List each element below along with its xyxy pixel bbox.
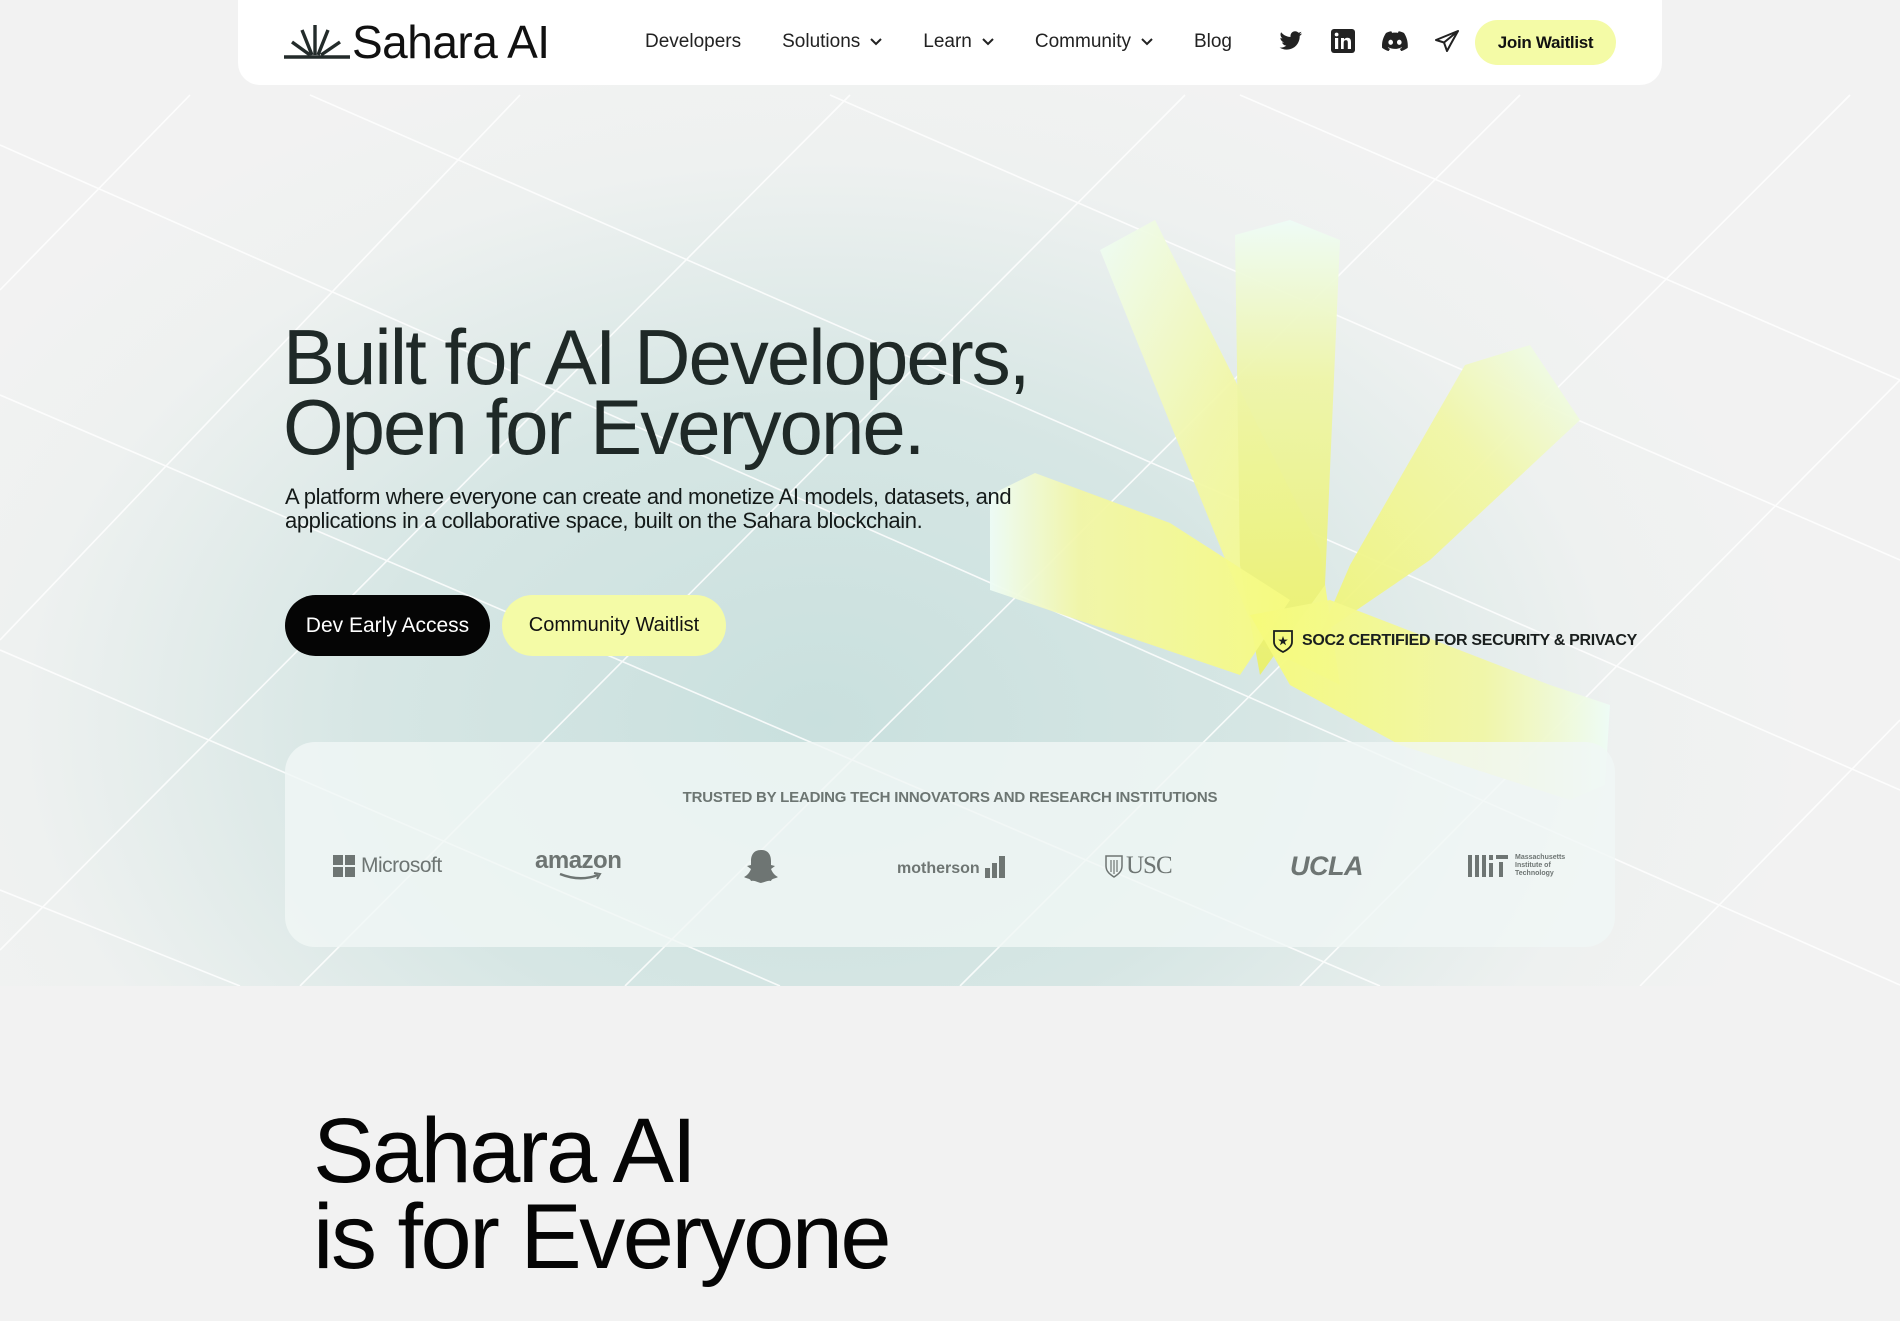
partner-logos: Microsoft amazon motherson USC UCLA Mass… — [285, 844, 1615, 888]
section-heading-line-1: Sahara AI — [313, 1100, 697, 1202]
trusted-by-title: TRUSTED BY LEADING TECH INNOVATORS AND R… — [682, 789, 1218, 806]
shield-star-icon — [1273, 630, 1293, 653]
microsoft-windows-icon — [333, 855, 355, 877]
nav-developers-label: Developers — [645, 31, 742, 52]
nav-solutions-label: Solutions — [782, 31, 861, 52]
community-waitlist-button[interactable]: Community Waitlist — [502, 595, 726, 656]
nav-developers[interactable]: Developers — [645, 31, 741, 53]
main-nav: Developers Solutions Learn Community Blo… — [645, 26, 1273, 58]
nav-solutions[interactable]: Solutions — [782, 31, 882, 53]
sahara-ai-logo[interactable]: Sahara AI — [284, 16, 550, 68]
nav-blog[interactable]: Blog — [1194, 31, 1232, 53]
hero-subtitle: A platform where everyone can create and… — [285, 485, 1105, 533]
motherson-logo: motherson — [897, 844, 1007, 888]
usc-shield-icon — [1105, 855, 1123, 878]
brand-name: Sahara AI — [352, 16, 550, 68]
3d-asterisk-illustration — [990, 220, 1610, 800]
mit-wordmark-icon — [1468, 855, 1508, 877]
social-links — [1278, 28, 1486, 54]
nav-learn[interactable]: Learn — [923, 31, 994, 53]
snapchat-ghost-icon — [744, 850, 778, 883]
section-heading-line-2: is for Everyone — [313, 1186, 892, 1288]
usc-logo: USC — [1105, 844, 1173, 888]
motherson-text: motherson — [897, 860, 980, 877]
chevron-down-icon — [1141, 38, 1153, 46]
trusted-by-panel: TRUSTED BY LEADING TECH INNOVATORS AND R… — [285, 742, 1615, 947]
amazon-smile-icon — [559, 872, 602, 880]
microsoft-logo: Microsoft — [333, 844, 442, 888]
nav-learn-label: Learn — [923, 31, 972, 52]
hero-subtitle-line-1: A platform where everyone can create and… — [285, 484, 1012, 509]
ucla-logo: UCLA — [1290, 844, 1364, 888]
site-header: Sahara AI Developers Solutions Learn Com… — [238, 0, 1662, 85]
twitter-icon[interactable] — [1278, 28, 1304, 54]
sahara-sunburst-icon — [284, 25, 350, 59]
mit-text: Massachusetts Institute of Technology — [1515, 854, 1566, 877]
dev-early-access-button[interactable]: Dev Early Access — [285, 595, 490, 656]
hero-section: Built for AI Developers, Open for Everyo… — [0, 0, 1900, 986]
nav-community-label: Community — [1034, 31, 1131, 52]
join-waitlist-button[interactable]: Join Waitlist — [1475, 20, 1616, 65]
nav-blog-label: Blog — [1193, 31, 1232, 52]
motherson-bars-icon — [984, 856, 1005, 878]
hero-title-line-2: Open for Everyone. — [283, 383, 925, 471]
mit-logo: Massachusetts Institute of Technology — [1468, 844, 1565, 888]
hero-subtitle-line-2: applications in a collaborative space, b… — [285, 508, 923, 533]
telegram-icon[interactable] — [1434, 28, 1460, 54]
microsoft-text: Microsoft — [361, 854, 442, 877]
section-heading: Sahara AI is for Everyone — [313, 1100, 892, 1288]
discord-icon[interactable] — [1382, 28, 1408, 54]
nav-community[interactable]: Community — [1035, 31, 1153, 53]
usc-text: USC — [1126, 852, 1173, 879]
soc2-badge: SOC2 CERTIFIED FOR SECURITY & PRIVACY — [1272, 629, 1637, 653]
amazon-logo: amazon — [535, 844, 622, 888]
snapchat-logo — [742, 844, 780, 888]
chevron-down-icon — [982, 38, 994, 46]
soc2-text: SOC2 CERTIFIED FOR SECURITY & PRIVACY — [1302, 632, 1638, 649]
hero-title-line-1: Built for AI Developers, — [283, 313, 1030, 401]
hero-title: Built for AI Developers, Open for Everyo… — [283, 313, 1030, 471]
ucla-text: UCLA — [1290, 850, 1364, 881]
chevron-down-icon — [870, 38, 882, 46]
amazon-text: amazon — [535, 847, 622, 874]
linkedin-icon[interactable] — [1330, 28, 1356, 54]
